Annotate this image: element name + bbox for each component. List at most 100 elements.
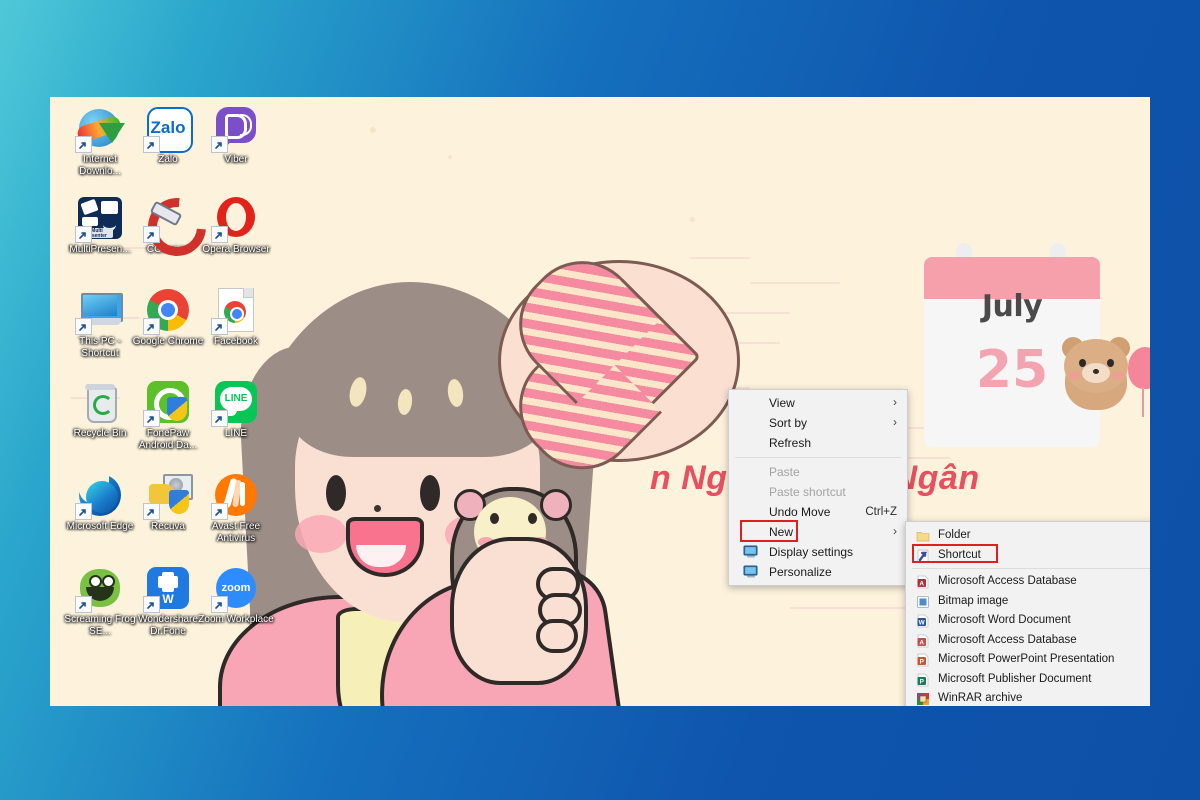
desktop-surface[interactable]: July 25 n Ngọc Thanh Ngân Internet Downl… (50, 97, 1150, 706)
desktop-icon-line[interactable]: LINE LINE (198, 379, 274, 440)
powerpoint-icon: P (916, 653, 930, 667)
desktop-icon-screaming-frog-seo[interactable]: Screaming Frog SE... (62, 565, 138, 637)
desktop-icon-ccleaner[interactable]: CCleaner (130, 186, 218, 268)
desktop-icon-opera-browser[interactable]: Opera Browser (198, 195, 274, 256)
shortcut-arrow-icon (75, 136, 92, 153)
menu-item-personalize[interactable]: Personalize (729, 562, 907, 582)
submenu-item-word-document[interactable]: W Microsoft Word Document (906, 611, 1150, 631)
monitor-icon (743, 565, 759, 580)
desktop-icon-avast-free-antivirus[interactable]: Avast Free Antivirus (198, 472, 274, 544)
menu-item-label: Refresh (769, 436, 812, 450)
avast-free-antivirus-icon (211, 472, 259, 520)
character-eye-left (326, 475, 346, 511)
desktop-icon-google-chrome[interactable]: Google Chrome (130, 287, 206, 348)
bear-eye-left (1079, 359, 1086, 367)
svg-text:P: P (920, 658, 925, 665)
internet-download-manager-icon (75, 105, 125, 153)
desktop-icon-this-pc-shortcut[interactable]: This PC - Shortcut (62, 287, 138, 359)
highlight-box-shortcut (912, 544, 998, 563)
bear-cheek-left (1068, 371, 1081, 380)
submenu-item-label: Microsoft Word Document (938, 614, 1071, 626)
desktop-icon-label: Screaming Frog SE... (64, 614, 136, 637)
shortcut-arrow-icon (211, 503, 228, 520)
desktop-icon-internet-download-manager[interactable]: Internet Downlo... (62, 105, 138, 177)
shortcut-arrow-icon (211, 136, 228, 153)
access-icon: A (916, 575, 930, 589)
desktop-icon-label: LINE (224, 428, 248, 439)
viber-icon (211, 105, 259, 153)
desktop-icon-wondershare-drfone[interactable]: W Wondershare Dr.Fone (130, 565, 206, 637)
desktop-icon-label: Wondershare Dr.Fone (138, 614, 198, 637)
chevron-right-icon: › (893, 524, 897, 538)
hamster-eye-right (528, 513, 537, 524)
shortcut-arrow-icon (211, 318, 228, 335)
desktop-icon-label: This PC - Shortcut (79, 336, 121, 359)
desktop-icon-label: Microsoft Edge (66, 521, 134, 532)
shortcut-arrow-icon (143, 596, 160, 613)
submenu-separator (912, 568, 1150, 569)
menu-item-display-settings[interactable]: Display settings (729, 542, 907, 562)
desktop-icon-microsoft-edge[interactable]: Microsoft Edge (62, 472, 138, 533)
desktop-icon-recuva[interactable]: Recuva (130, 472, 206, 533)
desktop-icon-label: Opera Browser (202, 244, 270, 255)
screenshot-root: July 25 n Ngọc Thanh Ngân Internet Downl… (0, 0, 1200, 800)
shortcut-arrow-icon (75, 318, 92, 335)
wallpaper-line (690, 257, 750, 259)
submenu-item-label: Bitmap image (938, 594, 1009, 607)
facebook-icon (211, 287, 259, 335)
wondershare-drfone-icon: W (143, 565, 191, 613)
google-chrome-icon (143, 287, 191, 335)
shortcut-arrow-icon (211, 226, 228, 243)
submenu-item-powerpoint-presentation[interactable]: P Microsoft PowerPoint Presentation (906, 650, 1150, 670)
shortcut-arrow-icon (143, 410, 160, 427)
submenu-item-bitmap-image[interactable]: Bitmap image (906, 592, 1150, 612)
submenu-item-label: WinRAR archive (938, 692, 1023, 704)
access-icon: A (916, 634, 930, 648)
desktop-icon-zoom-workplace[interactable]: zoom Zoom Workplace (198, 565, 274, 626)
monitor-icon (743, 545, 759, 560)
shortcut-arrow-icon (75, 596, 92, 613)
folder-icon (916, 529, 930, 543)
submenu-item-access-database-1[interactable]: A Microsoft Access Database (906, 572, 1150, 592)
menu-item-refresh[interactable]: Refresh (729, 433, 907, 453)
svg-text:W: W (919, 619, 926, 626)
balloon-icon (1128, 347, 1150, 389)
submenu-item-access-database-2[interactable]: A Microsoft Access Database (906, 631, 1150, 651)
desktop-icon-label: Facebook (214, 336, 258, 347)
desktop-icon-label: Zoom Workplace (198, 614, 274, 625)
winrar-icon (916, 692, 930, 706)
svg-text:P: P (920, 678, 925, 685)
menu-item-label: View (769, 396, 795, 410)
menu-item-label: Paste (769, 465, 800, 479)
menu-separator (735, 457, 901, 458)
line-icon: LINE (211, 379, 259, 427)
menu-item-view[interactable]: View › (729, 393, 907, 413)
submenu-item-label: Microsoft Access Database (938, 633, 1077, 646)
menu-item-undo-move[interactable]: Undo Move Ctrl+Z (729, 502, 907, 522)
desktop-icon-viber[interactable]: Viber (198, 105, 274, 166)
desktop-icon-multipresenter[interactable]: Multi resenter MultiPresen... (62, 195, 138, 256)
bear-nose (1093, 369, 1099, 374)
character-finger (536, 619, 578, 653)
ccleaner-icon (136, 186, 218, 268)
svg-text:A: A (919, 580, 924, 587)
desktop-icon-label: FonePaw Android Da... (138, 428, 198, 451)
menu-item-sort-by[interactable]: Sort by › (729, 413, 907, 433)
desktop-icon-zalo[interactable]: Zalo Zalo (130, 105, 206, 166)
desktop-icon-fonepaw-android-data[interactable]: FonePaw Android Da... (130, 379, 206, 451)
submenu-item-winrar-archive[interactable]: WinRAR archive (906, 689, 1150, 706)
menu-item-label: Display settings (769, 545, 854, 559)
submenu-item-folder[interactable]: Folder (906, 526, 1150, 546)
calendar-month: July (981, 289, 1043, 324)
desktop-context-menu[interactable]: View › Sort by › Refresh Paste Paste shortcut U… (728, 389, 908, 586)
screaming-frog-seo-icon (75, 565, 123, 613)
recuva-icon (143, 472, 193, 520)
desktop-icon-recycle-bin[interactable]: Recycle Bin (62, 379, 138, 440)
zoom-workplace-icon: zoom (211, 565, 259, 613)
desktop-icon-facebook[interactable]: Facebook (198, 287, 274, 348)
desktop-icon-label: Recuva (151, 521, 185, 532)
highlight-box-new (740, 520, 798, 542)
submenu-item-publisher-document[interactable]: P Microsoft Publisher Document (906, 670, 1150, 690)
wallpaper-line (790, 607, 910, 609)
fonepaw-android-data-icon (143, 379, 191, 427)
